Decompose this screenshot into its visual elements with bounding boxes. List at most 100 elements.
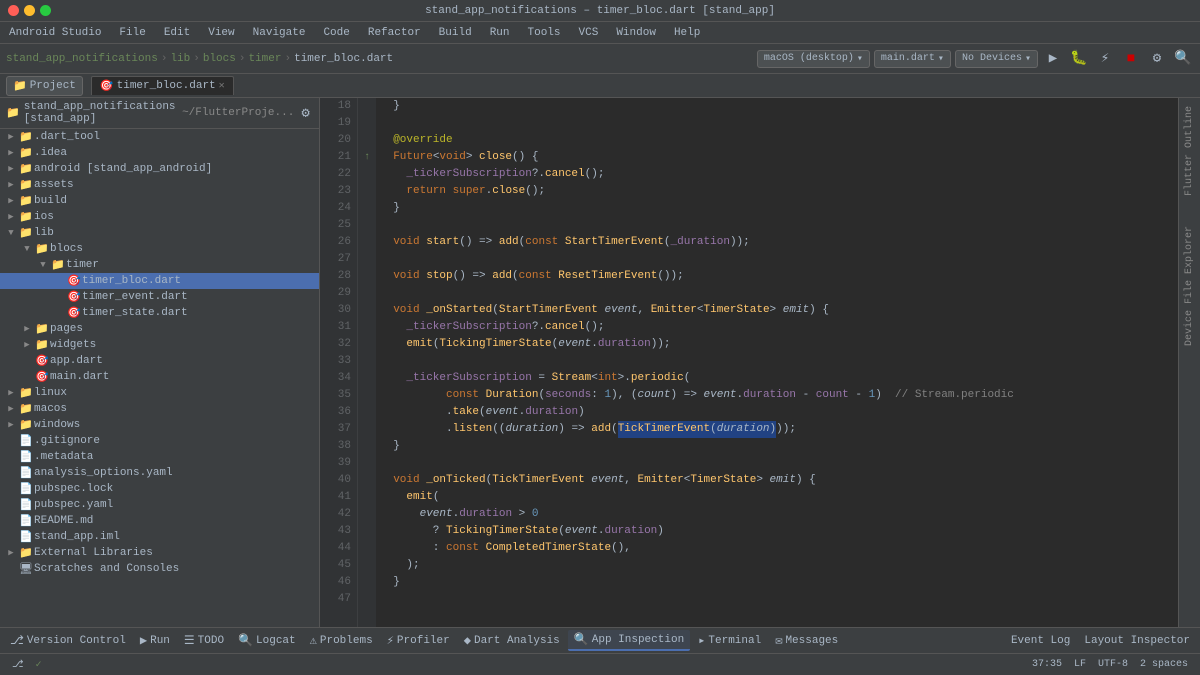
tree-item-metadata[interactable]: 📄 .metadata [0, 449, 319, 465]
minimize-button[interactable] [24, 5, 35, 16]
stop-button[interactable]: ■ [1120, 48, 1142, 70]
tree-item-lib[interactable]: ▼ 📁 lib [0, 225, 319, 241]
project-panel-btn[interactable]: 📁 Project [6, 76, 83, 96]
breadcrumb-lib[interactable]: lib [170, 53, 190, 65]
messages-btn[interactable]: ✉ Messages [769, 631, 844, 650]
tree-item-linux[interactable]: ▶ 📁 linux [0, 385, 319, 401]
menu-help[interactable]: Help [671, 26, 703, 40]
maximize-button[interactable] [40, 5, 51, 16]
menu-view[interactable]: View [205, 26, 237, 40]
tree-item-assets[interactable]: ▶ 📁 assets [0, 177, 319, 193]
tree-item-build[interactable]: ▶ 📁 build [0, 193, 319, 209]
git-branch[interactable]: ⎇ [6, 654, 30, 675]
breadcrumb-project[interactable]: stand_app_notifications [6, 53, 158, 65]
cursor-position[interactable]: 37:35 [1026, 659, 1068, 670]
tree-arrow-dart-tool: ▶ [4, 132, 18, 142]
breadcrumb-timer[interactable]: timer [248, 53, 281, 65]
tree-item-timer-state[interactable]: 🎯 timer_state.dart [0, 305, 319, 321]
tree-item-macos[interactable]: ▶ 📁 macos [0, 401, 319, 417]
menu-vcs[interactable]: VCS [576, 26, 602, 40]
line-ending[interactable]: LF [1068, 659, 1092, 670]
indent[interactable]: 2 spaces [1134, 659, 1194, 670]
tree-item-android[interactable]: ▶ 📁 android [stand_app_android] [0, 161, 319, 177]
tree-item-app-dart[interactable]: 🎯 app.dart [0, 353, 319, 369]
tab-close-icon[interactable]: ✕ [219, 80, 225, 92]
breadcrumb-blocs[interactable]: blocs [203, 53, 236, 65]
profiler-btn[interactable]: ⚡ Profiler [381, 631, 456, 650]
tree-item-main-dart[interactable]: 🎯 main.dart [0, 369, 319, 385]
code-container[interactable]: 18 19 20 21 22 23 24 25 26 27 28 29 30 3… [320, 98, 1178, 627]
tree-item-windows[interactable]: ▶ 📁 windows [0, 417, 319, 433]
ln-19: 19 [324, 115, 351, 132]
tree-item-ext-libs[interactable]: ▶ 📁 External Libraries [0, 545, 319, 561]
search-button[interactable]: 🔍 [1172, 48, 1194, 70]
tree-label-iml: stand_app.iml [34, 531, 120, 543]
device-file-explorer-panel[interactable]: Device File Explorer [1182, 222, 1197, 350]
close-button[interactable] [8, 5, 19, 16]
tree-item-ios[interactable]: ▶ 📁 ios [0, 209, 319, 225]
layout-inspector-btn[interactable]: Layout Inspector [1078, 633, 1196, 649]
run-button[interactable]: ▶ [1042, 48, 1064, 70]
menu-build[interactable]: Build [436, 26, 475, 40]
tree-item-scratches[interactable]: 🖥 Scratches and Consoles [0, 561, 319, 577]
tree-item-blocs[interactable]: ▼ 📁 blocs [0, 241, 319, 257]
run-config-selector[interactable]: macOS (desktop) ▾ [757, 50, 870, 68]
attach-button[interactable]: ⚡ [1094, 48, 1116, 70]
layout-inspector-label: Layout Inspector [1084, 635, 1190, 647]
tree-item-widgets[interactable]: ▶ 📁 widgets [0, 337, 319, 353]
code-editor[interactable]: } @override Future<void> close() { _tick… [376, 98, 1178, 627]
menu-code[interactable]: Code [320, 26, 352, 40]
dart-analysis-btn[interactable]: ◆ Dart Analysis [458, 631, 566, 650]
sidebar-settings-icon[interactable]: ⚙ [298, 102, 313, 124]
app-inspection-btn[interactable]: 🔍 App Inspection [568, 630, 690, 651]
settings-button[interactable]: ⚙ [1146, 48, 1168, 70]
main-dart-selector[interactable]: main.dart ▾ [874, 50, 951, 68]
menu-tools[interactable]: Tools [525, 26, 564, 40]
tree-item-pubspec-lock[interactable]: 📄 pubspec.lock [0, 481, 319, 497]
ln-30: 30 [324, 302, 351, 319]
flutter-outline-panel[interactable]: Flutter Outline [1182, 102, 1197, 200]
tree-label-macos: macos [34, 403, 67, 415]
logcat-btn[interactable]: 🔍 Logcat [232, 631, 302, 650]
tree-arrow-macos: ▶ [4, 404, 18, 414]
tree-item-analysis[interactable]: 📄 analysis_options.yaml [0, 465, 319, 481]
menu-file[interactable]: File [116, 26, 148, 40]
tree-item-timer-event[interactable]: 🎯 timer_event.dart [0, 289, 319, 305]
tree-item-idea[interactable]: ▶ 📁 .idea [0, 145, 319, 161]
encoding[interactable]: UTF-8 [1092, 659, 1134, 670]
gutter-27 [358, 251, 376, 268]
editor-tab-timer-bloc[interactable]: 🎯 timer_bloc.dart ✕ [91, 76, 234, 95]
menu-navigate[interactable]: Navigate [250, 26, 309, 40]
menu-window[interactable]: Window [613, 26, 659, 40]
tree-item-gitignore[interactable]: 📄 .gitignore [0, 433, 319, 449]
no-devices-label: No Devices [962, 53, 1022, 64]
tree-item-readme[interactable]: 📄 README.md [0, 513, 319, 529]
tree-label-gitignore: .gitignore [34, 435, 100, 447]
device-selector[interactable]: No Devices ▾ [955, 50, 1038, 68]
tree-label-dart-tool: .dart_tool [34, 131, 100, 143]
indent-label: 2 spaces [1140, 659, 1188, 670]
problems-btn[interactable]: ⚠ Problems [304, 631, 379, 650]
tree-item-pubspec-yaml[interactable]: 📄 pubspec.yaml [0, 497, 319, 513]
file-icon-metadata: 📄 [18, 450, 34, 464]
run-btn[interactable]: ▶ Run [134, 631, 176, 650]
terminal-btn[interactable]: ▸ Terminal [692, 631, 767, 650]
event-log-btn[interactable]: Event Log [1005, 633, 1076, 649]
tree-item-timer-bloc[interactable]: 🎯 timer_bloc.dart [0, 273, 319, 289]
breadcrumb-file[interactable]: timer_bloc.dart [294, 53, 393, 65]
folder-icon-idea: 📁 [18, 146, 34, 160]
run-label: Run [150, 635, 170, 647]
tree-item-iml[interactable]: 📄 stand_app.iml [0, 529, 319, 545]
tree-item-dart-tool[interactable]: ▶ 📁 .dart_tool [0, 129, 319, 145]
todo-btn[interactable]: ☰ TODO [178, 631, 230, 650]
menu-run[interactable]: Run [487, 26, 513, 40]
app-inspection-label: App Inspection [592, 634, 684, 646]
menu-android-studio[interactable]: Android Studio [6, 26, 104, 40]
tree-item-timer-folder[interactable]: ▼ 📁 timer [0, 257, 319, 273]
debug-button[interactable]: 🐛 [1068, 48, 1090, 70]
menu-edit[interactable]: Edit [161, 26, 193, 40]
tree-item-pages[interactable]: ▶ 📁 pages [0, 321, 319, 337]
ln-47: 47 [324, 591, 351, 608]
menu-refactor[interactable]: Refactor [365, 26, 424, 40]
version-control-btn[interactable]: ⎇ Version Control [4, 631, 132, 650]
